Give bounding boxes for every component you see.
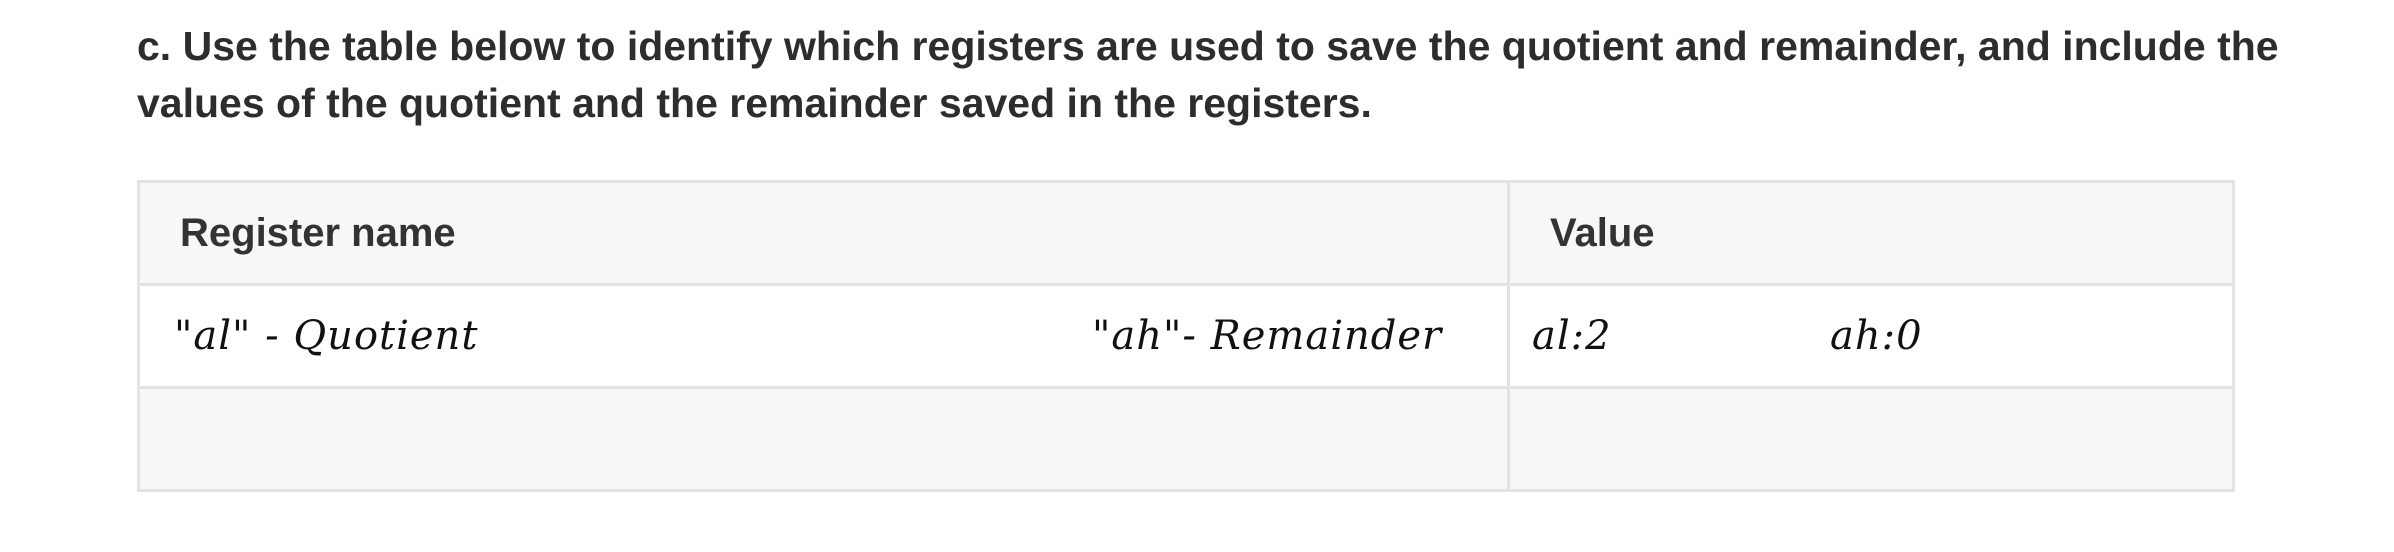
header-register-name: Register name	[137, 180, 1510, 286]
register-value-cell[interactable]: al:2 ah:0	[1507, 283, 2235, 389]
table-header-row: Register name Value	[137, 180, 2235, 286]
register-value-cell-empty[interactable]	[1507, 386, 2235, 492]
register-name-cell[interactable]: "al" - Quotient "ah"- Remainder	[137, 283, 1510, 389]
handwritten-quotient-note: "al" - Quotient	[174, 313, 479, 359]
register-name-cell-empty[interactable]	[137, 386, 1510, 492]
handwritten-remainder-note: "ah"- Remainder	[1092, 313, 1443, 359]
header-value: Value	[1507, 180, 2235, 286]
register-table: Register name Value "al" - Quotient "ah"…	[137, 180, 2235, 492]
table-row	[137, 386, 2235, 492]
question-text: c. Use the table below to identify which…	[137, 23, 2279, 126]
handwritten-ah-value: ah:0	[1830, 313, 1923, 359]
handwritten-al-value: al:2	[1532, 313, 1612, 359]
table-row: "al" - Quotient "ah"- Remainder al:2 ah:…	[137, 283, 2235, 389]
